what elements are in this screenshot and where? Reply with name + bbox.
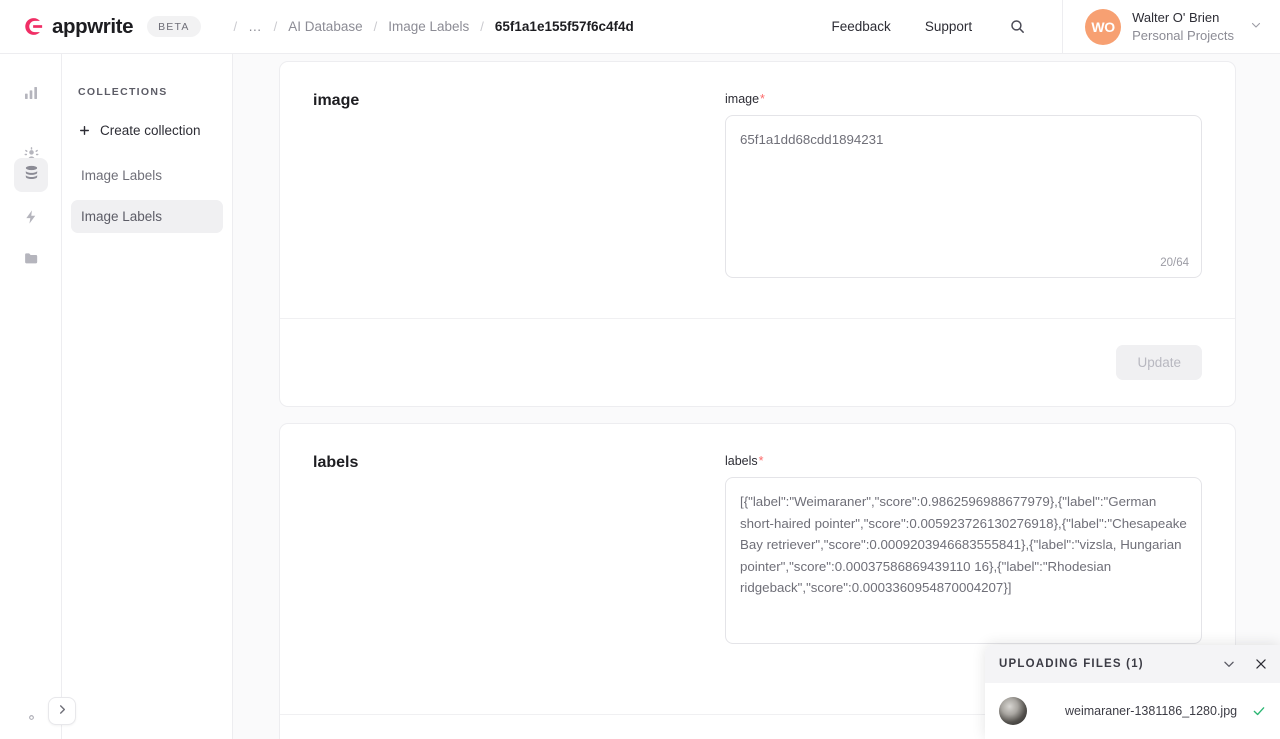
support-link[interactable]: Support <box>925 19 972 34</box>
card-left-labels: labels <box>313 454 693 644</box>
rail-item-overview[interactable] <box>14 78 48 112</box>
breadcrumb-separator-3: / <box>480 19 484 34</box>
page-title-labels: labels <box>313 454 359 471</box>
labels-field-label: labels* <box>725 454 1202 468</box>
beta-badge: BETA <box>147 16 201 37</box>
chevron-down-icon <box>1250 18 1262 36</box>
upload-popup-title: UPLOADING FILES (1) <box>999 658 1144 670</box>
search-icon[interactable] <box>1006 16 1028 38</box>
required-marker-image: * <box>760 92 765 106</box>
appwrite-logo[interactable]: appwrite <box>22 15 133 39</box>
breadcrumb-item-document: 65f1a1e155f57f6c4f4d <box>494 19 634 34</box>
upload-popup-header: UPLOADING FILES (1) <box>985 645 1280 683</box>
check-icon <box>1252 704 1266 718</box>
primary-nav-rail <box>0 54 62 739</box>
card-body-image: image image* 20/64 <box>280 62 1235 278</box>
chevron-right-icon <box>57 704 68 718</box>
avatar: WO <box>1085 8 1122 45</box>
required-marker-labels: * <box>758 454 764 468</box>
chevron-down-icon[interactable] <box>1222 657 1236 671</box>
close-icon[interactable] <box>1254 657 1268 671</box>
attribute-card-image: image image* 20/64 Update <box>279 61 1236 407</box>
card-body-labels: labels labels* <box>280 424 1235 644</box>
image-field-label-text: image <box>725 92 760 106</box>
bar-chart-icon <box>23 85 39 106</box>
breadcrumb-separator-0: / <box>233 19 238 34</box>
upload-file-row: weimaraner-1381186_1280.jpg <box>985 683 1280 739</box>
database-icon <box>23 164 40 186</box>
create-collection-button[interactable]: Create collection <box>78 123 232 138</box>
image-field-label: image* <box>725 92 1202 106</box>
create-collection-label: Create collection <box>100 123 201 138</box>
appwrite-wordmark: appwrite <box>52 14 134 38</box>
image-input-wrapper: 20/64 <box>725 115 1202 278</box>
lightning-icon <box>23 209 39 230</box>
gear-icon[interactable] <box>24 710 39 725</box>
user-organization: Personal Projects <box>1132 27 1234 43</box>
user-identity: Walter O' Brien Personal Projects <box>1132 9 1234 43</box>
sidebar-expand-button[interactable] <box>48 697 76 725</box>
upload-file-name: weimaraner-1381186_1280.jpg <box>1065 704 1238 718</box>
collections-heading: COLLECTIONS <box>78 86 168 98</box>
breadcrumb-item-collection[interactable]: Image Labels <box>388 19 469 34</box>
rail-item-storage[interactable] <box>14 244 48 278</box>
rail-item-databases[interactable] <box>14 158 48 192</box>
update-button-image[interactable]: Update <box>1116 345 1202 380</box>
card-footer-image: Update <box>280 318 1235 406</box>
header-right-cluster: Feedback Support WO Walter O' Brien Pers… <box>832 0 1280 53</box>
feedback-link[interactable]: Feedback <box>832 19 891 34</box>
uploading-files-popup: UPLOADING FILES (1) weimaraner-1381186_1… <box>985 645 1280 739</box>
top-header: appwrite BETA / … / AI Database / Image … <box>0 0 1280 54</box>
card-right-labels: labels* <box>693 454 1202 644</box>
breadcrumb: / … / AI Database / Image Labels / 65f1a… <box>223 19 634 34</box>
card-left-image: image <box>313 92 693 278</box>
sidebar-item-image-labels-2[interactable]: Image Labels <box>71 200 223 233</box>
breadcrumb-separator-2: / <box>373 19 378 34</box>
labels-field[interactable] <box>725 477 1202 644</box>
labels-input-wrapper <box>725 477 1202 644</box>
user-name: Walter O' Brien <box>1132 10 1220 26</box>
labels-field-label-text: labels <box>725 454 758 468</box>
collections-sidebar: COLLECTIONS Create collection Image Labe… <box>48 54 233 739</box>
breadcrumb-item-database[interactable]: AI Database <box>288 19 362 34</box>
image-char-counter: 20/64 <box>1160 257 1189 269</box>
user-menu[interactable]: WO Walter O' Brien Personal Projects <box>1062 0 1280 53</box>
rail-item-functions[interactable] <box>14 202 48 236</box>
document-editor-main: image image* 20/64 Update labels <box>233 54 1280 739</box>
appwrite-logo-icon <box>22 15 45 38</box>
plus-icon <box>78 124 91 137</box>
upload-popup-actions <box>1222 657 1268 671</box>
file-thumbnail-icon <box>999 697 1027 725</box>
card-right-image: image* 20/64 <box>693 92 1202 278</box>
sidebar-item-image-labels-1[interactable]: Image Labels <box>71 159 223 192</box>
breadcrumb-item-ellipsis[interactable]: … <box>248 19 263 34</box>
page-title-image: image <box>313 92 360 109</box>
folder-icon <box>23 250 40 272</box>
image-field[interactable] <box>725 115 1202 278</box>
breadcrumb-separator-1: / <box>273 19 278 34</box>
